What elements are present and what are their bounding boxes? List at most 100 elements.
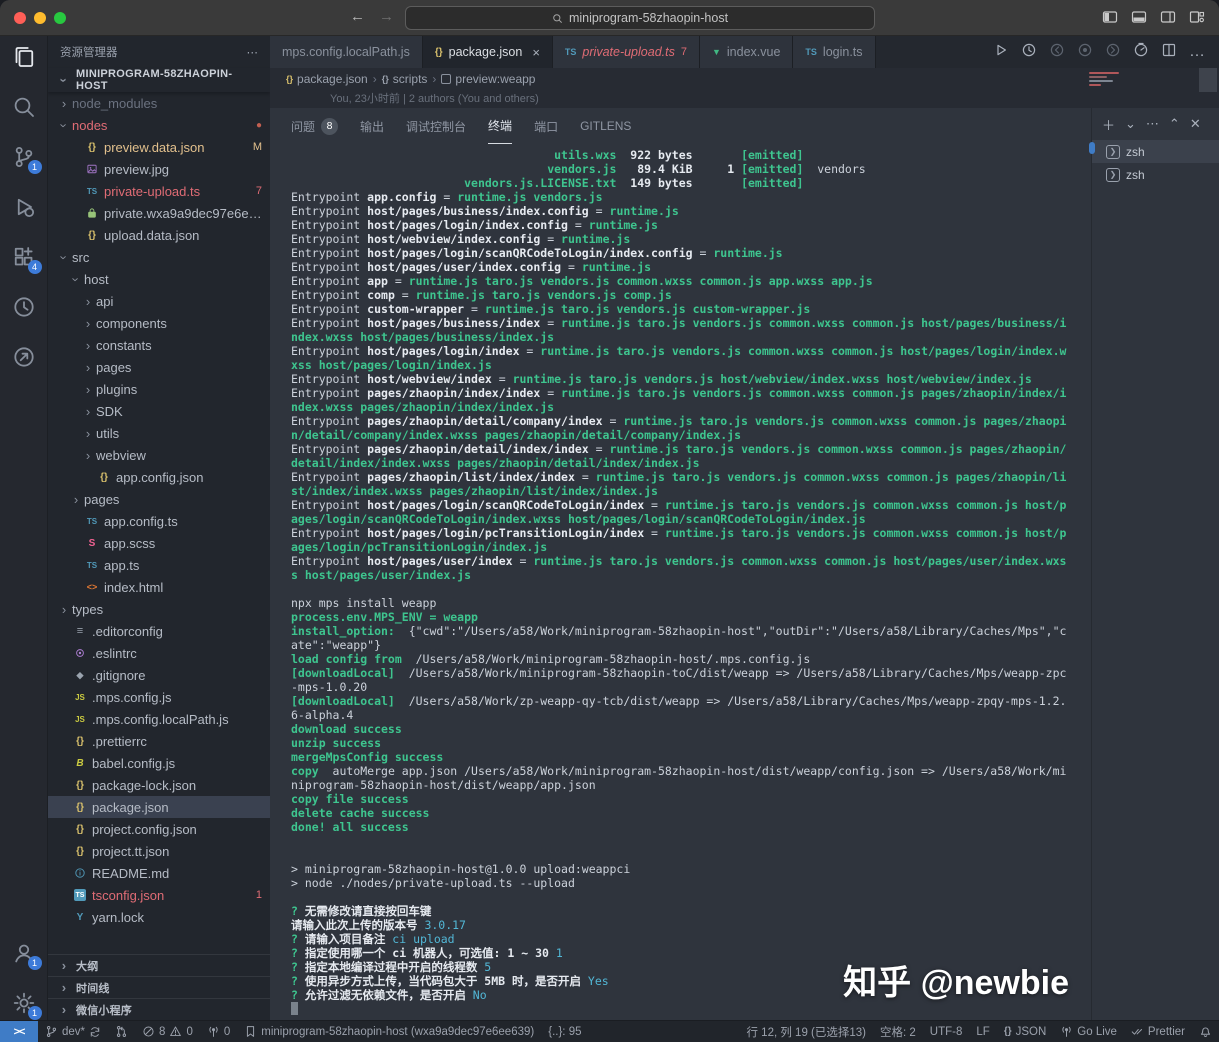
statusbar-indentation[interactable]: 空格: 2 — [873, 1021, 923, 1042]
statusbar-cursor-position[interactable]: 行 12, 列 19 (已选择13) — [739, 1021, 873, 1042]
panel-tab-端口[interactable]: 端口 — [534, 108, 558, 144]
tree-item-nodemodules[interactable]: ›node_modules — [48, 92, 270, 114]
statusbar-encoding[interactable]: UTF-8 — [923, 1021, 970, 1042]
breadcrumb-item[interactable]: {}package.json — [286, 72, 368, 86]
tree-item-preview.jpg[interactable]: preview.jpg — [48, 158, 270, 180]
terminal-output[interactable]: utils.wxs 922 bytes [emitted] vendors.js… — [270, 144, 1091, 1020]
statusbar-git-branch[interactable]: dev* — [38, 1021, 108, 1042]
panel-tab-调试控制台[interactable]: 调试控制台 — [406, 108, 466, 144]
tree-item-.gitignore[interactable]: ◆.gitignore — [48, 664, 270, 686]
close-window-button[interactable] — [14, 12, 26, 24]
files-icon[interactable] — [11, 44, 37, 70]
statusbar-counter[interactable]: {..}: 95 — [541, 1021, 588, 1042]
forward-icon[interactable]: → — [379, 8, 394, 25]
tree-item-package.json[interactable]: {}package.json — [48, 796, 270, 818]
chev-down-icon[interactable]: ⌄ — [1125, 116, 1136, 132]
sidebar-section-微信小程序[interactable]: ›微信小程序 — [48, 998, 270, 1020]
minimize-window-button[interactable] — [34, 12, 46, 24]
tree-item-SDK[interactable]: ›SDK — [48, 400, 270, 422]
tree-item-components[interactable]: ›components — [48, 312, 270, 334]
tree-item-yarn.lock[interactable]: Yyarn.lock — [48, 906, 270, 928]
nav-forward-icon[interactable] — [1105, 42, 1121, 63]
tree-item-app.ts[interactable]: TSapp.ts — [48, 554, 270, 576]
tree-item-private-upload.ts[interactable]: TSprivate-upload.ts7 — [48, 180, 270, 202]
customize-layout-icon[interactable] — [1189, 9, 1205, 25]
tree-item-.mps.config.js[interactable]: JS.mps.config.js — [48, 686, 270, 708]
tree-item-webview[interactable]: ›webview — [48, 444, 270, 466]
scm-icon[interactable]: 1 — [11, 144, 37, 170]
chev-up-icon[interactable]: ⌃ — [1169, 116, 1180, 132]
tree-item-constants[interactable]: ›constants — [48, 334, 270, 356]
panel-tab-问题[interactable]: 问题8 — [291, 108, 338, 144]
back-icon[interactable]: ← — [350, 8, 365, 25]
command-center-search[interactable]: miniprogram-58zhaopin-host — [405, 6, 875, 30]
tree-item-upload.data.json[interactable]: {}upload.data.json — [48, 224, 270, 246]
statusbar-project-id[interactable]: miniprogram-58zhaopin-host (wxa9a9dec97e… — [237, 1021, 541, 1042]
statusbar-problems[interactable]: 80 — [135, 1021, 200, 1042]
history-icon[interactable] — [1021, 42, 1037, 63]
more-icon[interactable]: ⋯ — [1146, 116, 1159, 132]
statusbar-language-mode[interactable]: {}JSON — [997, 1021, 1053, 1042]
editor-scrollbar[interactable] — [1199, 68, 1217, 92]
clock-circle-icon[interactable] — [11, 294, 37, 320]
terminal-instance-zsh[interactable]: ❯zsh — [1092, 140, 1219, 163]
remote-explorer-icon[interactable] — [11, 344, 37, 370]
tab-mps.config.localPath.js[interactable]: mps.config.localPath.js — [270, 36, 423, 68]
tree-item-pages[interactable]: ›pages — [48, 356, 270, 378]
breadcrumb-item[interactable]: preview:weapp — [441, 72, 535, 86]
extensions-icon[interactable]: 4 — [11, 244, 37, 270]
tree-item-.mps.config.localPath.js[interactable]: JS.mps.config.localPath.js — [48, 708, 270, 730]
tree-item-private.wxa9a9dec97e6ee6...[interactable]: private.wxa9a9dec97e6ee6... — [48, 202, 270, 224]
tree-item-types[interactable]: ›types — [48, 598, 270, 620]
run-icon[interactable] — [993, 42, 1009, 63]
statusbar-go-live[interactable]: Go Live — [1053, 1021, 1124, 1042]
tab-package.json[interactable]: {}package.json× — [423, 36, 553, 68]
plus-icon[interactable]: ＋ — [1102, 115, 1115, 134]
search-icon[interactable] — [11, 94, 37, 120]
sidebar-section-时间线[interactable]: ›时间线 — [48, 976, 270, 998]
tree-item-README.md[interactable]: README.md — [48, 862, 270, 884]
toggle-sidebar-icon[interactable] — [1102, 9, 1118, 25]
nav-back-icon[interactable] — [1049, 42, 1065, 63]
panel-tab-输出[interactable]: 输出 — [360, 108, 384, 144]
tree-item-index.html[interactable]: <>index.html — [48, 576, 270, 598]
toggle-secondary-sidebar-icon[interactable] — [1160, 9, 1176, 25]
account-icon[interactable]: 1 — [11, 940, 37, 966]
tree-item-package-lock.json[interactable]: {}package-lock.json — [48, 774, 270, 796]
tree-item-project.config.json[interactable]: {}project.config.json — [48, 818, 270, 840]
explorer-more-icon[interactable]: ⋯ — [247, 45, 259, 59]
debug-icon[interactable] — [11, 194, 37, 220]
tree-item-.eslintrc[interactable]: .eslintrc — [48, 642, 270, 664]
tree-item-utils[interactable]: ›utils — [48, 422, 270, 444]
tab-private-upload.ts[interactable]: TSprivate-upload.ts7 — [553, 36, 700, 68]
tab-login.ts[interactable]: TSlogin.ts — [793, 36, 875, 68]
zoom-window-button[interactable] — [54, 12, 66, 24]
tree-item-.prettierrc[interactable]: {}.prettierrc — [48, 730, 270, 752]
panel-tab-终端[interactable]: 终端 — [488, 108, 512, 144]
statusbar-remote-indicator[interactable]: >< — [0, 1021, 38, 1042]
gear-icon[interactable]: 1 — [11, 990, 37, 1016]
tree-item-preview.data.json[interactable]: {}preview.data.jsonM — [48, 136, 270, 158]
tree-item-app.config.json[interactable]: {}app.config.json — [48, 466, 270, 488]
breadcrumb-item[interactable]: {}scripts — [382, 72, 428, 86]
tree-item-src[interactable]: ›src — [48, 246, 270, 268]
tree-item-api[interactable]: ›api — [48, 290, 270, 312]
tree-item-pages[interactable]: ›pages — [48, 488, 270, 510]
tree-item-nodes[interactable]: ›nodes● — [48, 114, 270, 136]
toggle-panel-icon[interactable] — [1131, 9, 1147, 25]
split-icon[interactable] — [1161, 42, 1177, 63]
more-icon[interactable]: … — [1189, 43, 1205, 61]
tree-item-babel.config.js[interactable]: Bbabel.config.js — [48, 752, 270, 774]
project-root-row[interactable]: › MINIPROGRAM-58ZHAOPIN-HOST — [48, 68, 270, 92]
tree-item-.editorconfig[interactable]: ≡.editorconfig — [48, 620, 270, 642]
tree-item-host[interactable]: ›host — [48, 268, 270, 290]
panel-tab-GITLENS[interactable]: GITLENS — [580, 108, 631, 144]
tab-index.vue[interactable]: ▼index.vue — [700, 36, 793, 68]
statusbar-notifications[interactable] — [1192, 1021, 1219, 1042]
nav-dot-icon[interactable] — [1077, 42, 1093, 63]
tree-item-app.config.ts[interactable]: TSapp.config.ts — [48, 510, 270, 532]
statusbar-gitlens-compare[interactable] — [108, 1021, 135, 1042]
statusbar-prettier[interactable]: Prettier — [1124, 1021, 1192, 1042]
timer-icon[interactable] — [1133, 42, 1149, 63]
tree-item-app.scss[interactable]: Sapp.scss — [48, 532, 270, 554]
